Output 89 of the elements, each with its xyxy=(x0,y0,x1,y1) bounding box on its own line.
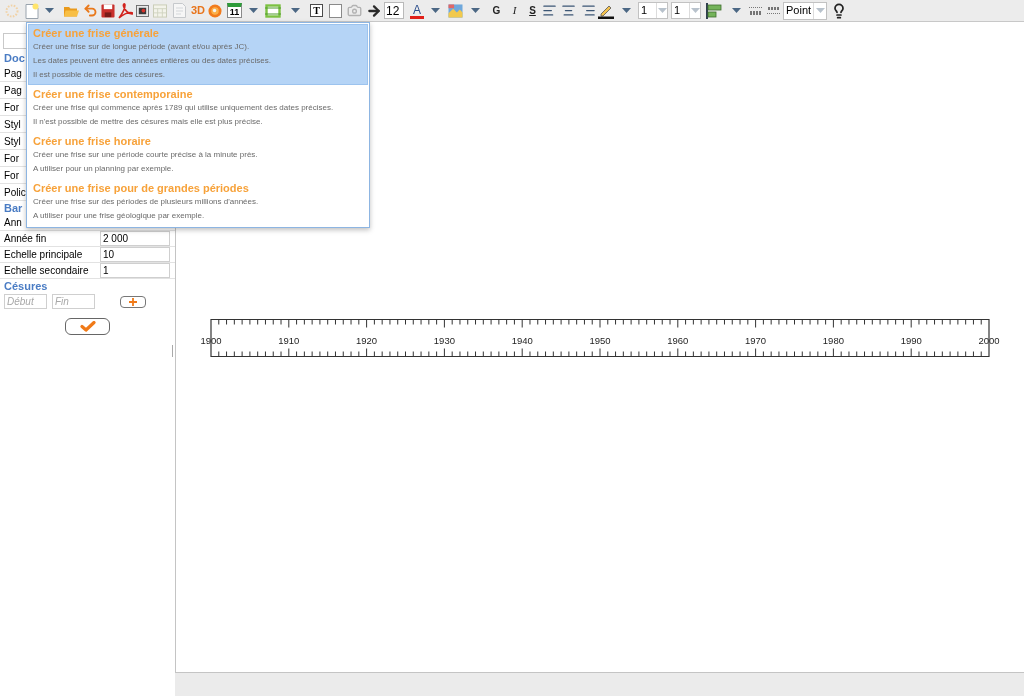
line-spacing-icon[interactable] xyxy=(749,5,763,16)
plus-icon xyxy=(129,297,137,306)
section-heading: Doc xyxy=(4,51,25,65)
arrow-right-icon[interactable] xyxy=(366,2,382,19)
italic-button[interactable]: I xyxy=(507,5,522,16)
menu-item-description: Créer une frise sur une période courte précise à la minute près. xyxy=(33,149,258,161)
year-label: 1900 xyxy=(200,334,222,346)
row-label: Polic xyxy=(4,185,26,199)
caret-icon[interactable] xyxy=(291,8,300,13)
menu-item-description: Créer une frise sur des périodes de plusieurs millions d'années. xyxy=(33,196,259,208)
year-label: 1920 xyxy=(356,334,378,346)
menu-item[interactable]: Créer une frise pour de grandes périodes Créer une frise sur des périodes de plusieurs millions d'années. A utiliser pour une frise géologique par exemple. xyxy=(28,179,368,226)
menu-item-description: A utiliser pour une frise géologique par exemple. xyxy=(33,210,205,222)
caret-icon[interactable] xyxy=(732,8,741,13)
new-page-icon[interactable] xyxy=(25,2,39,19)
bold-button[interactable]: G xyxy=(489,5,504,16)
font-size-field[interactable]: 12 xyxy=(384,2,404,19)
year-label: 1960 xyxy=(667,334,689,346)
caret-icon[interactable] xyxy=(622,8,631,13)
align-right-icon[interactable] xyxy=(581,3,596,18)
pdf-icon[interactable] xyxy=(118,2,133,19)
splitter-handle[interactable] xyxy=(172,345,173,357)
year-label: 1970 xyxy=(745,334,767,346)
menu-item-title: Créer une frise contemporaine xyxy=(33,87,193,101)
menu-item-description: Créer une frise sur de longue période (avant et/ou après JC). xyxy=(33,41,250,53)
menu-item-title: Créer une frise horaire xyxy=(33,134,151,148)
unit-select[interactable]: Point xyxy=(783,1,827,20)
menu-item-title: Créer une frise pour de grandes périodes xyxy=(33,181,249,195)
year-label: 1990 xyxy=(900,334,922,346)
year-label: 1950 xyxy=(589,334,611,346)
add-button[interactable] xyxy=(120,295,146,308)
row-label: For xyxy=(4,151,19,165)
confirm-button[interactable] xyxy=(65,318,110,335)
lightbulb-icon[interactable] xyxy=(831,2,847,19)
menu-item-description: A utiliser pour un planning par exemple. xyxy=(33,163,174,175)
frame-icon[interactable] xyxy=(265,3,281,18)
year-label: 1940 xyxy=(511,334,533,346)
row-label: Styl xyxy=(4,117,21,131)
value-field[interactable]: 2 000 xyxy=(100,231,170,246)
align-left-icon[interactable] xyxy=(542,3,557,18)
row-label: Echelle secondaire xyxy=(4,264,89,277)
menu-item[interactable]: Créer une frise horaire Créer une frise sur une période courte précise à la minute près. A utiliser pour un planning par exemple. xyxy=(28,132,368,179)
text-box-button[interactable]: T xyxy=(310,4,323,17)
save-icon[interactable] xyxy=(101,3,115,18)
timeline-end-line xyxy=(988,319,990,358)
line-style-select[interactable]: 1 xyxy=(671,2,701,19)
underline-button[interactable]: S xyxy=(525,5,540,16)
menu-item[interactable]: Créer une frise générale Créer une frise sur de longue période (avant et/ou après JC). Les dates peuvent être des années entières ou des dates précises. Il est possible de mettre des césures. xyxy=(28,24,368,85)
end-date-field[interactable]: Fin xyxy=(52,294,95,309)
value-field[interactable]: 10 xyxy=(100,247,170,262)
caret-icon[interactable] xyxy=(471,8,480,13)
line-width-select[interactable]: 1 xyxy=(638,2,668,19)
section-heading: Bar xyxy=(4,201,23,215)
letter-spacing-icon[interactable] xyxy=(767,5,781,16)
year-label: 1910 xyxy=(278,334,300,346)
check-icon xyxy=(79,321,96,332)
row-label: For xyxy=(4,168,19,182)
menu-item-description: Il n'est possible de mettre des césures mais elle est plus précise. xyxy=(33,116,263,128)
year-label: 1980 xyxy=(822,334,844,346)
menu-item-description: Il est possible de mettre des césures. xyxy=(33,69,166,81)
start-date-field[interactable]: Début xyxy=(4,294,47,309)
row-label: Styl xyxy=(4,134,21,148)
menu-item[interactable]: Créer une frise contemporaine Créer une frise qui commence après 1789 qui utilise uniquement des dates précises. Il n'est possible de mettre des césures mais elle est plus précise. xyxy=(28,85,368,132)
font-color-button[interactable]: A xyxy=(410,2,424,19)
row-label: Echelle principale xyxy=(4,248,83,261)
menu-item-title: Créer une frise générale xyxy=(33,26,159,40)
align-bars-icon[interactable] xyxy=(705,2,722,19)
caret-icon[interactable] xyxy=(249,8,258,13)
ring-icon[interactable] xyxy=(208,3,222,18)
row-label: For xyxy=(4,100,19,114)
align-center-icon[interactable] xyxy=(561,3,576,18)
dotted-circle-icon[interactable] xyxy=(5,3,19,18)
timeline-end-line xyxy=(210,319,212,358)
calendar-button[interactable]: 11 xyxy=(227,3,242,18)
section-heading: Césures xyxy=(4,279,48,293)
menu-item-description: Les dates peuvent être des années entières ou des dates précises. xyxy=(33,55,271,67)
square-icon[interactable] xyxy=(329,3,342,18)
year-label: 2000 xyxy=(978,334,1000,346)
value-field[interactable]: 1 xyxy=(100,263,170,278)
year-label: 1930 xyxy=(433,334,455,346)
row-label: Pag xyxy=(4,83,22,97)
menu-item-description: Créer une frise qui commence après 1789 qui utilise uniquement des dates précises. xyxy=(33,102,334,114)
row-label: Année fin xyxy=(4,232,47,245)
photo-icon[interactable] xyxy=(136,4,149,17)
caret-icon[interactable] xyxy=(45,8,54,13)
row-label: Pag xyxy=(4,66,22,80)
row-label: Ann xyxy=(4,216,22,229)
caret-icon[interactable] xyxy=(431,8,440,13)
image-icon[interactable] xyxy=(448,3,463,18)
